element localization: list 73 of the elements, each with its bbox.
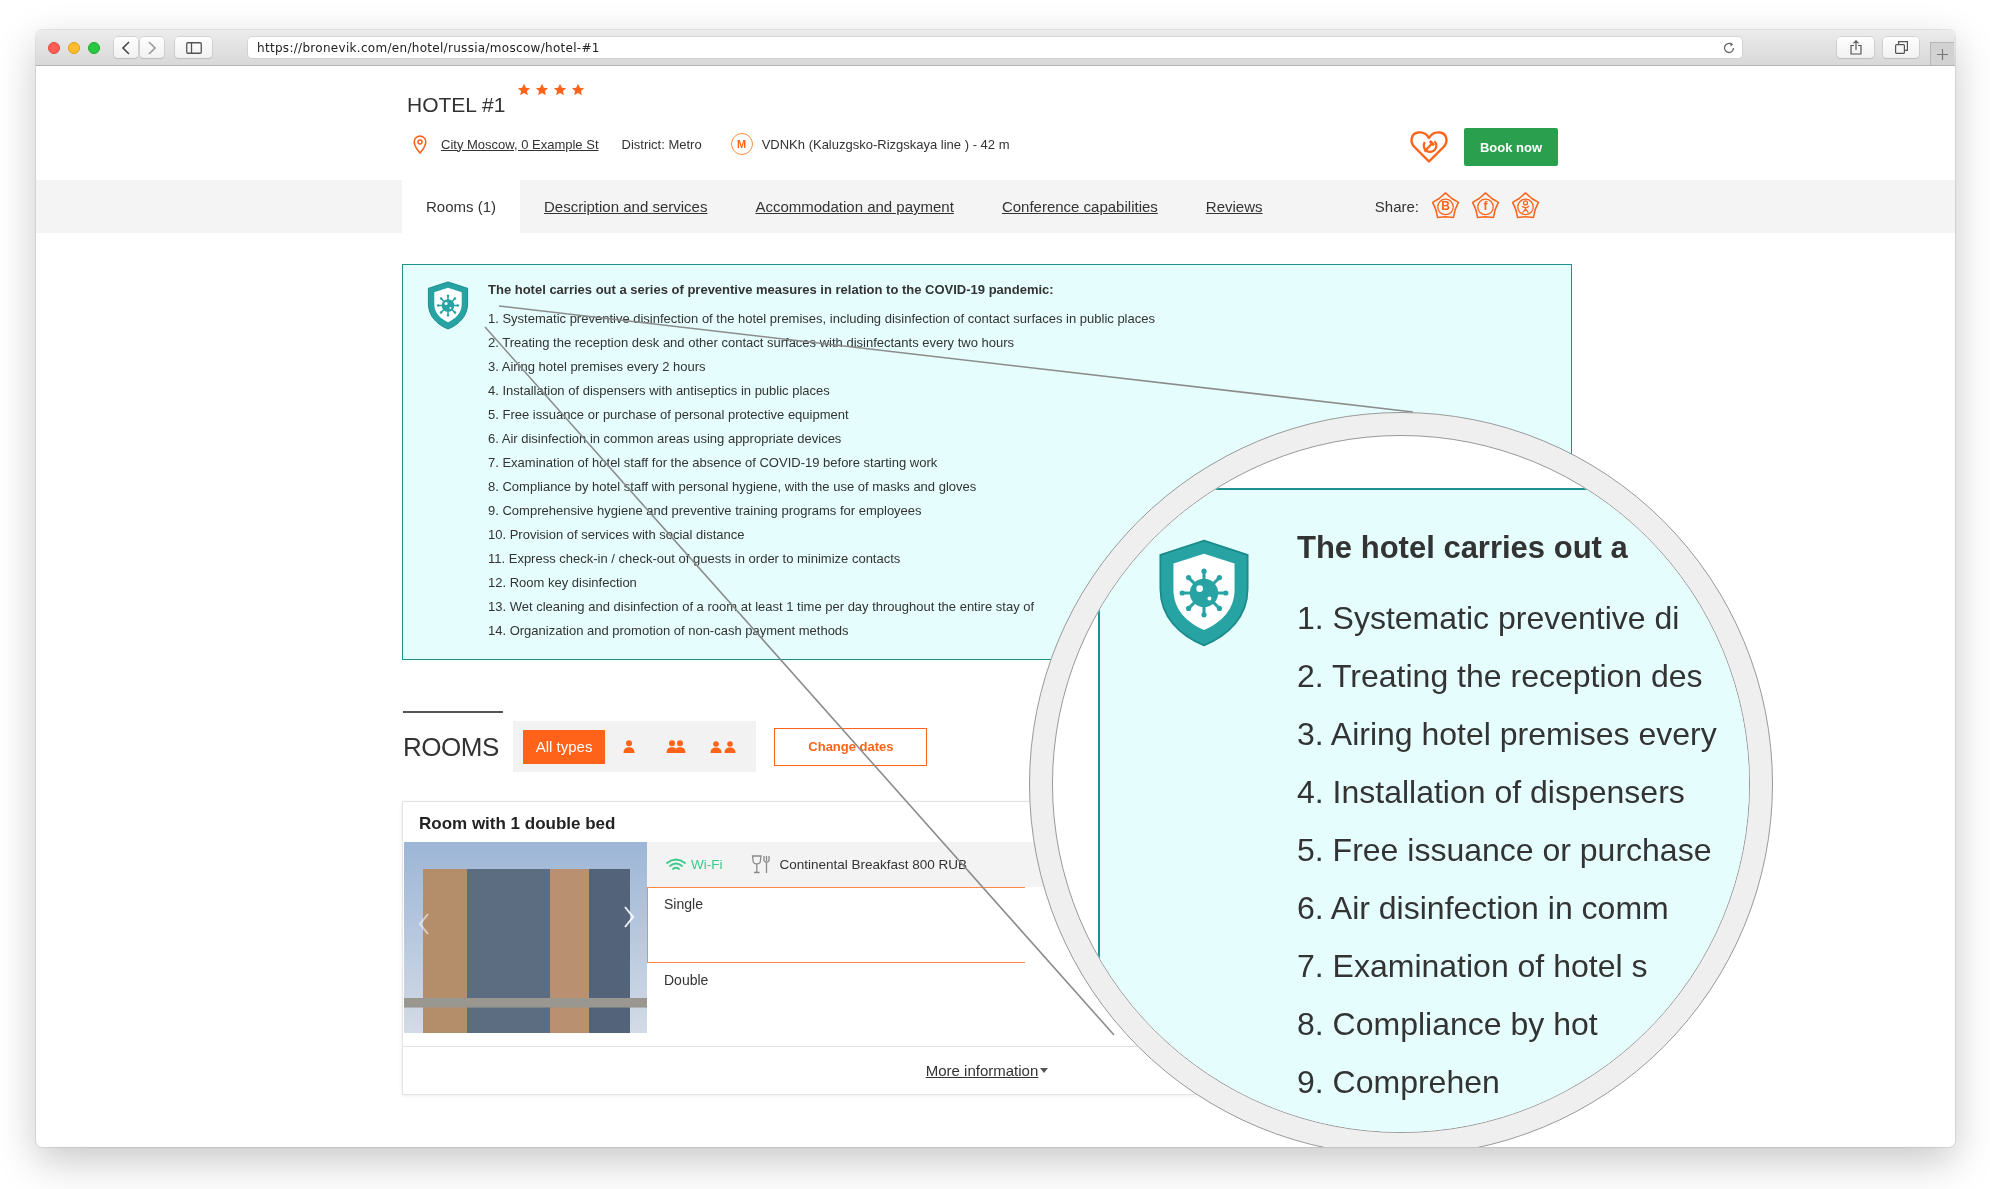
star-icon (517, 83, 532, 96)
heart-icon[interactable] (1409, 130, 1449, 164)
shield-virus-icon (426, 281, 470, 330)
measure-item: 3. Airing hotel premises every 2 hours (488, 358, 706, 376)
measure-item: 11. Express check-in / check-out of guests in order to minimize contacts (488, 550, 901, 568)
magnified-measure-item: 1. Systematic preventive di (1297, 599, 1680, 638)
magnified-notice-title: The hotel carries out a (1297, 531, 1628, 565)
magnified-measure-item: 3. Airing hotel premises every (1297, 715, 1717, 754)
magnified-measure-item: 7. Examination of hotel s (1297, 947, 1648, 986)
chevron-left-icon[interactable] (418, 912, 430, 936)
two-people-icon (665, 740, 686, 753)
chevron-right-icon[interactable] (623, 905, 635, 929)
tab[interactable]: Description and services (520, 180, 732, 233)
address-link[interactable]: City Moscow, 0 Example St (441, 136, 599, 152)
magnified-measure-item: 8. Compliance by hot (1297, 1005, 1598, 1044)
measure-item: 1. Systematic preventive disinfection of the hotel premises, including disinfection of contact surfaces in public places (488, 310, 1155, 328)
tab[interactable]: Conference capabilities (977, 180, 1182, 233)
star-icon (553, 83, 568, 96)
new-tab-button[interactable] (1930, 42, 1954, 65)
chevron-right-icon (148, 40, 156, 55)
district-label: District: Metro (621, 136, 702, 152)
measure-item: 14. Organization and promotion of non-cash payment methods (488, 622, 849, 640)
measure-item: 6. Air disinfection in common areas using appropriate devices (488, 430, 842, 448)
two-people-icon (709, 740, 736, 753)
tabs-icon (1894, 41, 1908, 54)
measure-item: 10. Provision of services with social distance (488, 526, 745, 544)
person-icon (1521, 199, 1530, 213)
close-button[interactable] (48, 41, 60, 54)
measure-item: 12. Room key disinfection (488, 574, 637, 592)
more-information-link[interactable]: More information (925, 1062, 1049, 1079)
glass-and-fork-icon (751, 855, 772, 874)
caret-down-icon (1040, 1068, 1049, 1073)
share-label: Share: (1374, 198, 1419, 215)
room-title: Room with 1 double bed (419, 814, 616, 834)
star-icon (571, 83, 586, 96)
measure-item: 5. Free issuance or purchase of personal protective equipment (488, 406, 849, 424)
measure-item: 9. Comprehensive hygiene and preventive training programs for employees (488, 502, 922, 520)
rate-option[interactable]: Double (647, 963, 1025, 1039)
share-button[interactable] (1837, 37, 1874, 58)
tab[interactable]: Accommodation and payment (731, 180, 978, 233)
back-button[interactable] (114, 37, 138, 58)
amenity-label: Wi-Fi (691, 857, 723, 872)
share-icon (1849, 40, 1862, 55)
shield-virus-icon (1156, 538, 1252, 648)
magnified-measure-item: 4. Installation of dispensers (1297, 773, 1685, 812)
zoom-button[interactable] (88, 41, 100, 54)
sidebar-icon (185, 41, 202, 54)
sidebar-button[interactable] (175, 37, 212, 58)
rooms-heading: ROOMS (403, 730, 499, 763)
magnified-measure-item: 2. Treating the reception des (1297, 657, 1703, 696)
person-icon (622, 740, 635, 753)
magnified-measure-item: 5. Free issuance or purchase (1297, 831, 1712, 870)
amenity-label: Continental Breakfast 800 RUB (779, 857, 968, 872)
measure-item: 4. Installation of dispensers with antiseptics in public places (488, 382, 830, 400)
hotel-name: HOTEL #1 (407, 92, 506, 118)
plus-icon (1937, 48, 1948, 60)
chevron-left-icon (122, 40, 130, 55)
tab[interactable]: Reviews (1181, 180, 1287, 233)
notice-title: The hotel carries out a series of preventive measures in relation to the COVID-19 pandemic: (488, 281, 1054, 299)
magnified-measure-item: 9. Comprehen (1297, 1063, 1500, 1102)
wifi-icon (666, 858, 686, 871)
location-pin-icon (413, 134, 427, 154)
rate-option[interactable]: Single (647, 887, 1025, 963)
minimize-button[interactable] (68, 41, 80, 54)
address-field[interactable]: https://bronevik.com/en/hotel/russia/moscow/hotel-#1 (248, 37, 1742, 58)
tabs-button[interactable] (1883, 37, 1919, 58)
measure-item: 13. Wet cleaning and disinfection of a room at least 1 time per day throughout the entire stay of (488, 598, 1035, 616)
measure-item: 7. Examination of hotel staff for the absence of COVID-19 before starting work (488, 454, 938, 472)
star-icon (535, 83, 550, 96)
tab[interactable]: Rooms (1) (402, 180, 520, 233)
metro-station-label: VDNKh (Kaluzgsko-Rizgskaya line ) - 42 m (761, 136, 1010, 152)
magnified-measure-item: 6. Air disinfection in comm (1297, 889, 1669, 928)
reload-icon[interactable] (1723, 41, 1735, 54)
